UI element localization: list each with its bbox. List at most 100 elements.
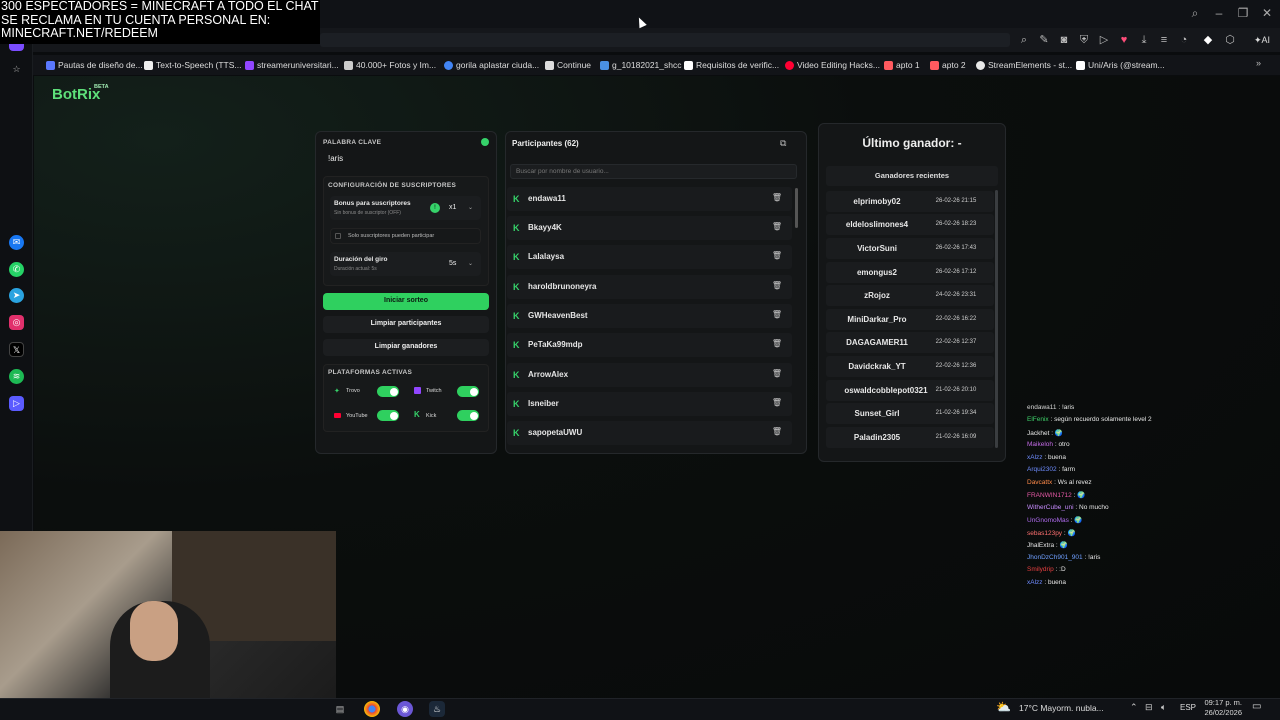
- edit-icon[interactable]: ✎: [1036, 32, 1052, 48]
- copy-icon[interactable]: ⧉: [780, 138, 786, 149]
- kick-toggle[interactable]: [457, 410, 479, 421]
- network-icon[interactable]: ⊟: [1145, 702, 1153, 713]
- participants-scrollbar[interactable]: [795, 188, 798, 228]
- bookmark[interactable]: apto 1: [884, 57, 920, 73]
- winner-name: Davidckrak_YT: [848, 362, 906, 371]
- star-icon[interactable]: ☆: [9, 62, 24, 77]
- weather-text[interactable]: 17°C Mayorm. nubla...: [1019, 703, 1104, 713]
- chat-text: Ws al revez: [1057, 479, 1092, 486]
- taskbar-window-icon[interactable]: ▤: [332, 701, 348, 717]
- tray-chevron-icon[interactable]: ⌃: [1130, 702, 1138, 713]
- stream-overlay-text: 300 ESPECTADORES = MINECRAFT A TODO EL C…: [0, 0, 320, 44]
- bookmark[interactable]: 40.000+ Fotos y Im...: [344, 57, 436, 73]
- ai-button[interactable]: ✦AI: [1254, 32, 1270, 48]
- bookmark[interactable]: Uni/Aris (@stream...: [1076, 57, 1165, 73]
- trash-icon[interactable]: 🗑: [772, 339, 782, 348]
- telegram-icon[interactable]: ➤: [9, 288, 24, 303]
- cube-icon[interactable]: ⬡: [1222, 32, 1238, 48]
- winner-date: 26-02-26 17:12: [935, 269, 977, 275]
- chat-message: JhalExtra : 🌍: [1027, 542, 1068, 549]
- bookmark-favicon-icon: [144, 60, 153, 70]
- clear-winners-button[interactable]: Limpiar ganadores: [323, 339, 489, 356]
- chat-message: Smilydrip : :D: [1027, 566, 1066, 573]
- x-icon[interactable]: 𝕏: [9, 342, 24, 357]
- winner-name: zRojoz: [864, 291, 890, 300]
- participant-search-input[interactable]: Buscar por nombre de usuario...: [510, 164, 797, 179]
- spotify-icon[interactable]: ≋: [9, 369, 24, 384]
- bonus-info-icon[interactable]: !: [430, 203, 440, 213]
- bookmark[interactable]: StreamElements - st...: [976, 57, 1072, 73]
- chat-text: 🌍: [1077, 492, 1086, 499]
- app-icon[interactable]: ▷: [9, 396, 24, 411]
- notifications-icon[interactable]: ▭: [1252, 701, 1261, 712]
- trash-icon[interactable]: 🗑: [772, 281, 782, 290]
- minimize-icon[interactable]: –: [1212, 6, 1226, 20]
- whatsapp-icon[interactable]: ✆: [9, 262, 24, 277]
- winners-scrollbar[interactable]: [995, 190, 998, 448]
- winner-name: VictorSuni: [857, 244, 897, 253]
- bookmark[interactable]: Video Editing Hacks...: [785, 57, 880, 73]
- winner-date: 26-02-26 17:43: [935, 245, 977, 251]
- clear-participants-button[interactable]: Limpiar participantes: [323, 316, 489, 333]
- diamond-icon[interactable]: ◆: [1200, 32, 1216, 48]
- steam-icon[interactable]: ♨: [429, 701, 445, 717]
- language-indicator[interactable]: ESP: [1180, 703, 1196, 712]
- trash-icon[interactable]: 🗑: [772, 310, 782, 319]
- bookmarks-overflow-icon[interactable]: »: [1256, 58, 1261, 68]
- heart-icon[interactable]: ♥: [1116, 32, 1132, 48]
- start-raffle-button[interactable]: Iniciar sorteo: [323, 293, 489, 310]
- profile-icon[interactable]: ◔: [1176, 32, 1192, 48]
- trash-icon[interactable]: 🗑: [772, 369, 782, 378]
- trash-icon[interactable]: 🗑: [772, 251, 782, 260]
- menu-icon[interactable]: ≡: [1156, 32, 1172, 48]
- bookmark[interactable]: apto 2: [930, 57, 966, 73]
- bookmark[interactable]: Text-to-Speech (TTS...: [144, 57, 242, 73]
- participant-name: PeTaKa99mdp: [528, 340, 583, 349]
- clock-time[interactable]: 09:17 p. m.: [1202, 698, 1242, 707]
- bookmark[interactable]: streameruniversitari...: [245, 57, 339, 73]
- winner-date: 21-02-26 16:09: [935, 434, 977, 440]
- webcam-face: [130, 601, 178, 661]
- only-subs-checkbox[interactable]: [335, 233, 341, 239]
- participant-name: haroldbrunoneyra: [528, 282, 597, 291]
- zoom-icon[interactable]: ⌕: [1016, 32, 1032, 48]
- shield-icon[interactable]: ⛨: [1076, 32, 1092, 48]
- instagram-icon[interactable]: ◎: [9, 315, 24, 330]
- trash-icon[interactable]: 🗑: [772, 222, 782, 231]
- trovo-toggle[interactable]: [377, 386, 399, 397]
- spin-select[interactable]: 5s ⌄: [446, 257, 476, 271]
- download-icon[interactable]: ⤓: [1136, 32, 1152, 48]
- bookmark[interactable]: Continue: [545, 57, 591, 73]
- volume-icon[interactable]: 🔈︎: [1161, 702, 1166, 713]
- bookmark[interactable]: g_10182021_shcc: [600, 57, 681, 73]
- address-bar[interactable]: [320, 33, 1010, 47]
- chat-text: según recuerdo solamente level 2: [1054, 416, 1152, 423]
- trash-icon[interactable]: 🗑: [772, 398, 782, 407]
- trash-icon[interactable]: 🗑: [772, 193, 782, 202]
- bookmark[interactable]: Pautas de diseño de...: [46, 57, 143, 73]
- clock-date[interactable]: 26/02/2026: [1200, 708, 1242, 717]
- bookmark[interactable]: Requisitos de verific...: [684, 57, 779, 73]
- bonus-select[interactable]: x1 ⌄: [446, 201, 476, 215]
- chat-message: Jackhet : 🌍: [1027, 430, 1063, 437]
- messenger-icon[interactable]: ✉: [9, 235, 24, 250]
- play-icon[interactable]: ▷: [1096, 32, 1112, 48]
- kick-icon: K: [414, 410, 420, 419]
- close-icon[interactable]: ✕: [1260, 6, 1274, 20]
- bookmark-label: Pautas de diseño de...: [58, 60, 143, 70]
- chat-user: WitherCube_uni: [1027, 504, 1074, 511]
- trash-icon[interactable]: 🗑: [772, 427, 782, 436]
- winner-row: MiniDarkar_Pro 22-02-26 16:22: [826, 309, 994, 330]
- search-icon[interactable]: ⌕: [1188, 6, 1202, 20]
- bookmark[interactable]: gorila aplastar ciuda...: [444, 57, 539, 73]
- app-icon[interactable]: ◉: [397, 701, 413, 717]
- info-icon[interactable]: [481, 138, 489, 146]
- camera-icon[interactable]: ◙: [1056, 32, 1072, 48]
- restore-icon[interactable]: ❐: [1236, 6, 1250, 20]
- keyword-input[interactable]: !aris: [323, 151, 489, 167]
- chrome-icon[interactable]: [364, 701, 380, 717]
- trovo-icon: ✦: [334, 388, 340, 395]
- twitch-toggle[interactable]: [457, 386, 479, 397]
- participant-row: Kharoldbrunoneyra 🗑: [507, 275, 792, 299]
- youtube-toggle[interactable]: [377, 410, 399, 421]
